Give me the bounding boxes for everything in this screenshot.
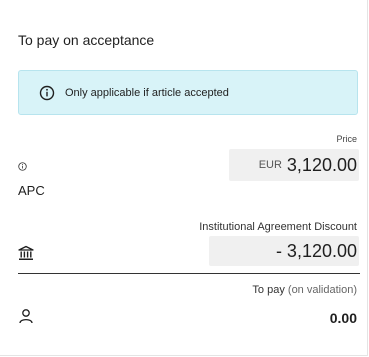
to-pay-note: (on validation) xyxy=(287,284,357,296)
info-circle-icon xyxy=(39,85,55,101)
divider xyxy=(18,273,360,274)
to-pay-amount: 0.00 xyxy=(329,310,357,326)
info-icon[interactable] xyxy=(18,162,27,171)
to-pay-text: To pay xyxy=(252,284,285,296)
price-label: Price xyxy=(336,134,357,144)
info-message: Only applicable if article accepted xyxy=(65,86,229,99)
payment-panel: To pay on acceptance Only applicable if … xyxy=(0,0,368,356)
discount-amount: - 3,120.00 xyxy=(209,236,359,266)
price-amount: 3,120.00 xyxy=(286,154,357,175)
discount-label: Institutional Agreement Discount xyxy=(199,221,357,233)
price-value: EUR 3,120.00 xyxy=(229,149,359,181)
to-pay-label: To pay (on validation) xyxy=(252,284,357,296)
institution-bank-icon xyxy=(18,245,34,261)
info-banner: Only applicable if article accepted xyxy=(18,70,358,115)
price-currency: EUR xyxy=(258,159,282,171)
panel-title: To pay on acceptance xyxy=(18,32,155,48)
apc-label: APC xyxy=(18,183,45,198)
user-icon xyxy=(18,308,34,324)
